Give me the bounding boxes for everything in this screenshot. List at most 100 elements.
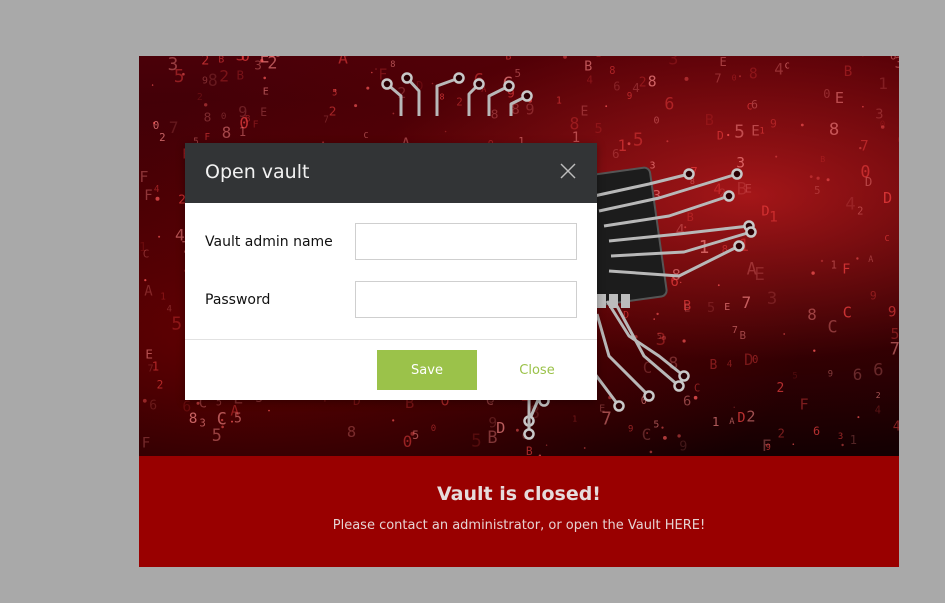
- svg-text:9: 9: [888, 305, 897, 321]
- svg-text:B: B: [218, 56, 224, 65]
- svg-text:3: 3: [650, 160, 656, 171]
- svg-text:3: 3: [875, 107, 883, 123]
- svg-text:1: 1: [160, 292, 166, 303]
- svg-text:B: B: [237, 67, 245, 82]
- svg-text:0: 0: [898, 133, 899, 147]
- svg-text:7: 7: [714, 72, 721, 86]
- svg-text:2: 2: [197, 92, 203, 103]
- svg-text:E: E: [751, 123, 760, 139]
- svg-text:B: B: [705, 111, 714, 129]
- svg-text:C: C: [885, 233, 890, 243]
- svg-text:4: 4: [893, 419, 899, 434]
- svg-text:5: 5: [212, 425, 222, 445]
- svg-text:A: A: [868, 254, 873, 264]
- svg-text:B: B: [820, 154, 825, 164]
- svg-text:0: 0: [860, 161, 870, 181]
- svg-text:6: 6: [751, 98, 758, 112]
- svg-text:5: 5: [814, 185, 820, 197]
- svg-text:1: 1: [618, 136, 627, 155]
- svg-text:6: 6: [149, 398, 157, 413]
- svg-text:B: B: [584, 59, 592, 74]
- svg-text:D: D: [717, 129, 724, 143]
- svg-text:5: 5: [653, 420, 659, 431]
- svg-text:9: 9: [828, 369, 833, 379]
- svg-text:2: 2: [876, 391, 881, 400]
- svg-text:C: C: [364, 130, 369, 140]
- svg-text:E: E: [720, 56, 727, 69]
- svg-text:B: B: [710, 358, 718, 373]
- password-input[interactable]: [355, 281, 577, 318]
- vault-admin-name-input[interactable]: [355, 223, 577, 260]
- svg-text:7: 7: [148, 363, 154, 374]
- svg-text:4: 4: [587, 73, 593, 86]
- svg-text:0: 0: [221, 111, 227, 122]
- svg-text:D: D: [737, 410, 745, 426]
- svg-text:B: B: [526, 445, 533, 456]
- svg-text:B: B: [687, 210, 694, 224]
- close-icon[interactable]: [559, 162, 577, 180]
- svg-text:1: 1: [595, 56, 601, 59]
- banner-title: Vault is closed!: [437, 483, 601, 505]
- svg-text:6: 6: [890, 56, 896, 63]
- svg-text:8: 8: [222, 123, 231, 142]
- svg-text:D: D: [496, 419, 505, 437]
- svg-text:5: 5: [707, 300, 715, 316]
- svg-text:0: 0: [654, 115, 660, 126]
- svg-text:F: F: [139, 168, 148, 186]
- dialog-header: Open vault: [185, 143, 597, 203]
- svg-text:2: 2: [157, 379, 164, 392]
- vault-admin-name-label: Vault admin name: [205, 234, 333, 250]
- svg-text:5: 5: [344, 56, 350, 60]
- close-button[interactable]: Close: [487, 350, 587, 390]
- svg-text:9: 9: [770, 116, 777, 130]
- svg-text:2: 2: [857, 206, 863, 218]
- svg-text:D: D: [883, 189, 892, 207]
- svg-text:5: 5: [891, 325, 900, 343]
- svg-text:A: A: [747, 258, 757, 278]
- svg-text:B: B: [506, 56, 512, 63]
- svg-text:7: 7: [860, 139, 869, 155]
- svg-text:F: F: [842, 262, 850, 278]
- svg-text:3: 3: [656, 330, 666, 350]
- svg-text:3: 3: [668, 56, 678, 69]
- save-button[interactable]: Save: [377, 350, 477, 390]
- svg-text:9: 9: [679, 440, 687, 455]
- svg-text:B: B: [740, 329, 747, 342]
- svg-text:9: 9: [525, 101, 534, 119]
- svg-text:A: A: [729, 417, 735, 427]
- svg-text:2: 2: [746, 408, 755, 426]
- svg-text:B: B: [683, 298, 691, 314]
- svg-text:8: 8: [347, 423, 356, 441]
- svg-text:1: 1: [760, 127, 765, 137]
- svg-text:6: 6: [613, 80, 620, 94]
- svg-text:F: F: [800, 396, 809, 414]
- svg-text:D: D: [761, 203, 769, 219]
- svg-text:8: 8: [648, 74, 657, 91]
- svg-text:1: 1: [850, 433, 857, 447]
- svg-text:5: 5: [171, 314, 182, 335]
- svg-text:4: 4: [875, 404, 881, 416]
- svg-text:B: B: [737, 179, 747, 199]
- svg-text:9: 9: [870, 290, 877, 303]
- svg-text:E: E: [599, 404, 605, 415]
- svg-text:2: 2: [329, 105, 337, 120]
- svg-text:0: 0: [823, 87, 830, 101]
- svg-text:7: 7: [742, 293, 752, 312]
- banner-text: Please contact an administrator, or open…: [332, 518, 706, 533]
- svg-text:5: 5: [595, 121, 603, 137]
- svg-text:2: 2: [778, 427, 785, 441]
- svg-text:F: F: [861, 56, 868, 60]
- svg-text:9: 9: [238, 103, 247, 121]
- svg-text:E: E: [835, 89, 844, 107]
- svg-text:5: 5: [234, 411, 242, 426]
- svg-text:4: 4: [154, 184, 160, 195]
- svg-text:8: 8: [440, 92, 445, 102]
- page: 8C2F83533AD2D5FFCB02506EE96ABD6B20A69880…: [0, 0, 945, 603]
- svg-text:2: 2: [456, 96, 463, 109]
- svg-text:6: 6: [664, 94, 674, 113]
- svg-text:E: E: [581, 104, 589, 119]
- password-label: Password: [205, 292, 271, 308]
- svg-text:8: 8: [829, 120, 839, 140]
- svg-text:1: 1: [769, 209, 778, 225]
- svg-text:3: 3: [236, 56, 246, 64]
